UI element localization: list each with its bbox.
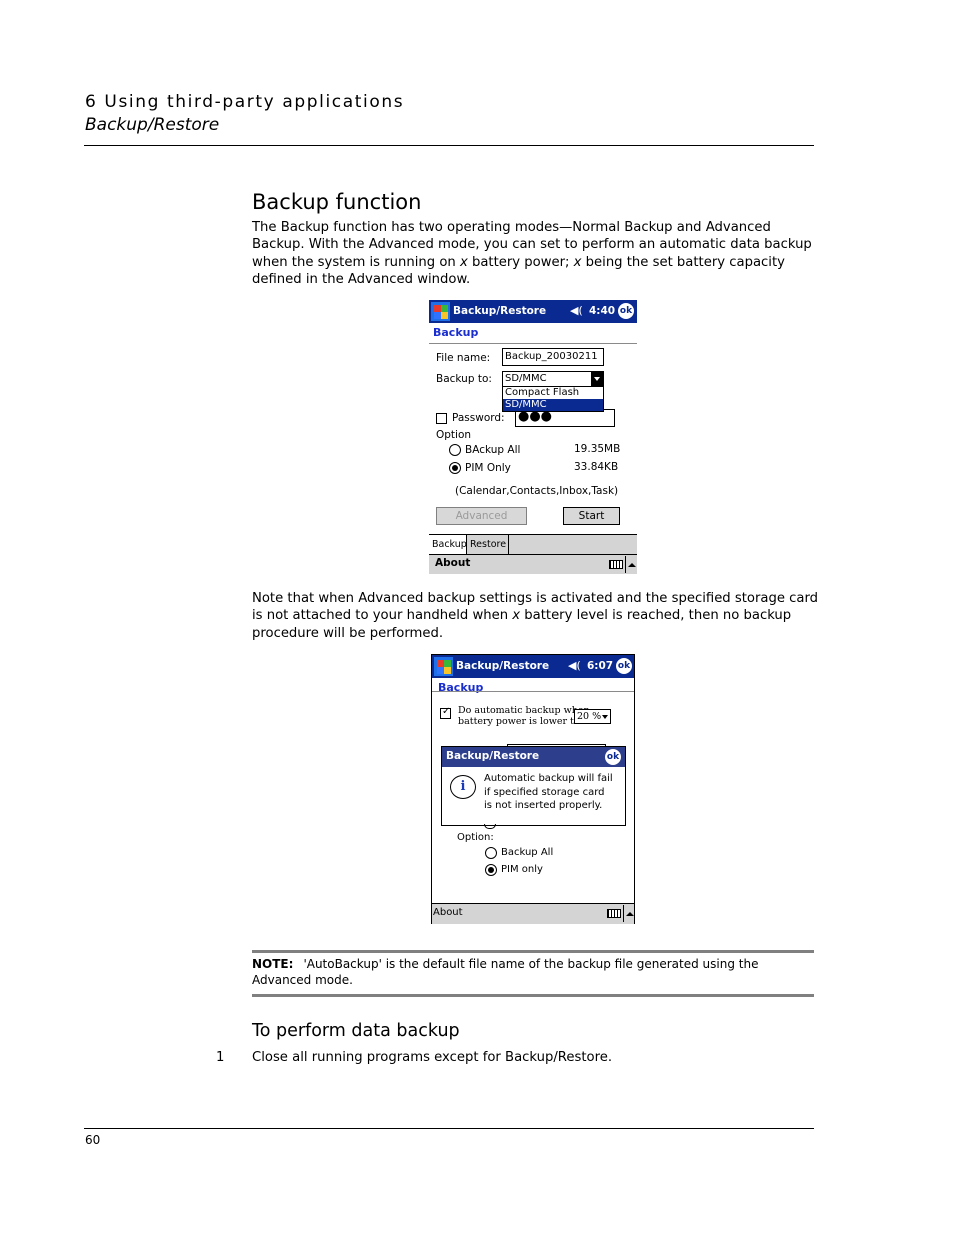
backup-all-size: 19.35MB [574,443,621,455]
speaker-icon[interactable]: ◀︎( [570,304,583,317]
backup-to-label: Backup to: [436,373,492,385]
chevron-down-icon[interactable] [591,372,603,386]
header-divider [84,145,814,146]
keyboard-icon[interactable] [609,560,623,569]
battery-threshold-value: 20 % [577,711,602,722]
option-label: Option: [457,832,494,843]
app-title: Backup/Restore [453,305,547,317]
backup-to-dropdown-list: Compact Flash SD/MMC [502,386,604,412]
tab-restore[interactable]: Restore [467,535,509,554]
pim-contents-note: (Calendar,Contacts,Inbox,Task) [455,485,619,497]
backup-all-label: Backup All [501,847,554,858]
pim-only-label: PIM only [501,864,543,875]
note-box: NOTE: 'AutoBackup' is the default file na… [252,957,812,988]
page-number: 60 [85,1133,101,1147]
ok-button[interactable]: ok [618,303,634,319]
ok-button[interactable]: ok [616,658,632,674]
file-name-input[interactable]: Backup_20030211 [502,348,604,366]
dialog-title: Backup/Restore [446,750,540,762]
subheading-divider [432,691,634,692]
perform-backup-heading: To perform data backup [252,1021,460,1041]
clock-time[interactable]: 6:07 [587,660,613,672]
menu-separator [625,556,626,573]
backup-all-radio[interactable] [449,444,461,456]
auto-backup-label-line2: battery power is lower than [458,716,592,727]
keyboard-icon[interactable] [607,909,621,918]
footer-divider [84,1128,814,1129]
info-dialog: Backup/Restore ok i Automatic backup wil… [441,746,626,826]
pim-only-radio[interactable] [485,864,497,876]
note-bottom-rule [252,994,814,997]
windows-start-icon[interactable] [431,302,450,321]
about-menu[interactable]: About [433,907,463,918]
advanced-button[interactable]: Advanced [436,507,527,525]
windows-start-icon[interactable] [434,657,453,676]
pim-only-size: 33.84KB [574,461,619,473]
password-checkbox[interactable] [436,413,447,424]
dialog-message-line: is not inserted properly. [484,800,603,811]
note-text: 'AutoBackup' is the default file name of… [252,957,759,987]
pim-only-label: PIM Only [465,462,511,474]
password-label: Password: [452,412,505,424]
menu-bar: About [432,903,634,924]
app-title: Backup/Restore [456,660,550,672]
option-label: Option [436,429,472,441]
hidden-radio-edge [484,824,496,829]
pim-only-radio[interactable] [449,462,461,474]
pda-screen-backup: Backup/Restore ◀︎( 4:40 ok Backup File n… [429,300,637,574]
backup-subheading: Backup [433,326,479,339]
backup-all-label: BAckup All [465,444,521,456]
info-icon: i [450,775,476,799]
menu-bar: About [429,554,637,574]
input-menu-arrow-icon[interactable] [626,912,634,916]
dialog-message: Automatic backup will fail if specified … [484,772,613,813]
step-text: Close all running programs except for Ba… [252,1050,613,1065]
note-top-rule [252,950,814,953]
backup-all-radio[interactable] [485,847,497,859]
backup-function-heading: Backup function [252,190,422,214]
dialog-title-bar: Backup/Restore ok [442,747,625,767]
backup-subheading: Backup [438,681,484,694]
title-bar: Backup/Restore ◀︎( 4:40 ok [429,300,637,323]
menu-separator [623,905,624,922]
chevron-down-icon[interactable] [602,715,608,719]
dialog-ok-button[interactable]: ok [605,749,621,765]
input-menu-arrow-icon[interactable] [628,563,636,567]
subheading-divider [429,343,637,344]
section-title: Backup/Restore [85,115,220,135]
file-name-label: File name: [436,352,491,364]
dropdown-option-sd-mmc[interactable]: SD/MMC [503,399,603,411]
chapter-title: 6 Using third-party applications [85,92,405,112]
tab-strip: Backup Restore [429,534,637,555]
step-number: 1 [216,1050,225,1065]
dialog-message-line: Automatic backup will fail [484,773,613,784]
tab-backup[interactable]: Backup [429,535,467,554]
dropdown-option-compact-flash[interactable]: Compact Flash [503,387,603,399]
auto-backup-checkbox[interactable]: ✓ [440,706,451,719]
clock-time[interactable]: 4:40 [589,305,615,317]
backup-function-paragraph: The Backup function has two operating mo… [252,220,812,287]
checkmark-icon: ✓ [442,706,451,717]
battery-threshold-dropdown[interactable]: 20 % [574,709,611,724]
start-button[interactable]: Start [563,507,620,525]
about-menu[interactable]: About [435,557,470,569]
auto-backup-label-line1: Do automatic backup when [458,705,590,716]
pda-screen-advanced: Backup/Restore ◀︎( 6:07 ok Backup ✓ Do a… [431,654,635,924]
title-bar: Backup/Restore ◀︎( 6:07 ok [432,655,634,678]
storage-card-note-paragraph: Note that when Advanced backup settings … [252,591,819,641]
backup-to-dropdown[interactable]: SD/MMC [502,371,604,387]
backup-to-value: SD/MMC [505,373,547,384]
speaker-icon[interactable]: ◀︎( [568,659,581,672]
dialog-message-line: if specified storage card [484,786,605,798]
note-label: NOTE: [252,957,294,971]
